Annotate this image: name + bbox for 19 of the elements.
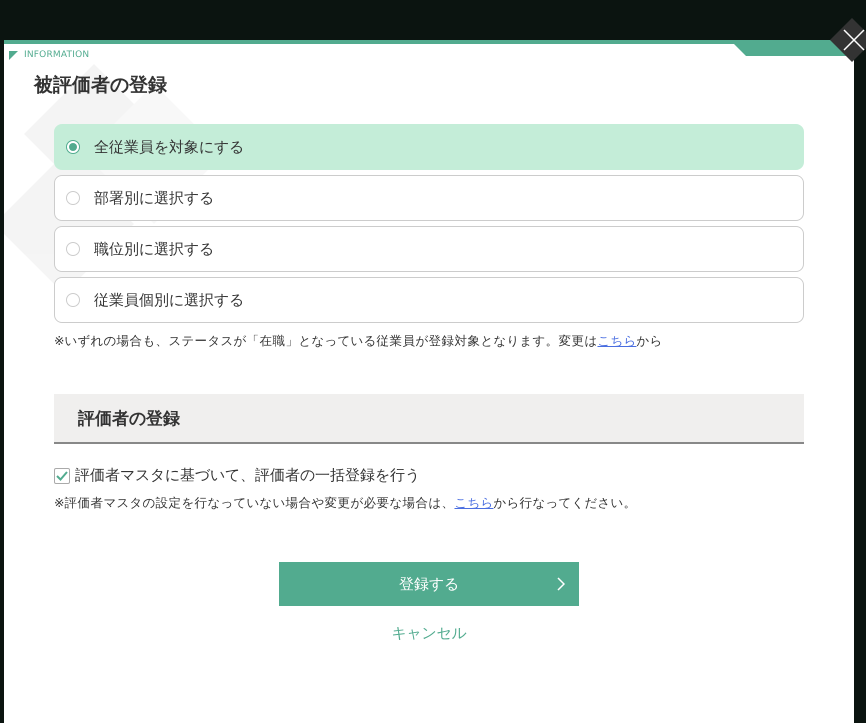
close-button[interactable] [830, 18, 866, 62]
corner-triangle-icon [9, 50, 18, 60]
radio-option[interactable]: 部署別に選択する [54, 175, 804, 221]
radio-icon [66, 293, 80, 307]
radio-option[interactable]: 職位別に選択する [54, 226, 804, 272]
here-link[interactable]: こちら [597, 333, 636, 348]
chevron-right-icon [557, 577, 565, 591]
radio-icon [66, 242, 80, 256]
note-text: ※評価者マスタの設定を行なっていない場合や変更が必要な場合は、こちら から行なってください。 [54, 495, 638, 512]
radio-icon [66, 191, 80, 205]
radio-icon [66, 140, 80, 154]
dialog-title: 被評価者の登録 [34, 73, 167, 98]
section-title: 評価者の登録 [78, 408, 180, 430]
radio-option[interactable]: 従業員個別に選択する [54, 277, 804, 323]
radio-option[interactable]: 全従業員を対象にする [54, 124, 804, 170]
bulk-checkbox[interactable]: 評価者マスタに基づいて、評価者の一括登録を行う [54, 466, 804, 485]
note-text: ※いずれの場合も、ステータスが「在職」となっている従業員が登録対象となります。変更は こちら から [54, 333, 664, 350]
information-label: INFORMATION [24, 50, 90, 60]
here-link[interactable]: こちら [454, 495, 494, 510]
